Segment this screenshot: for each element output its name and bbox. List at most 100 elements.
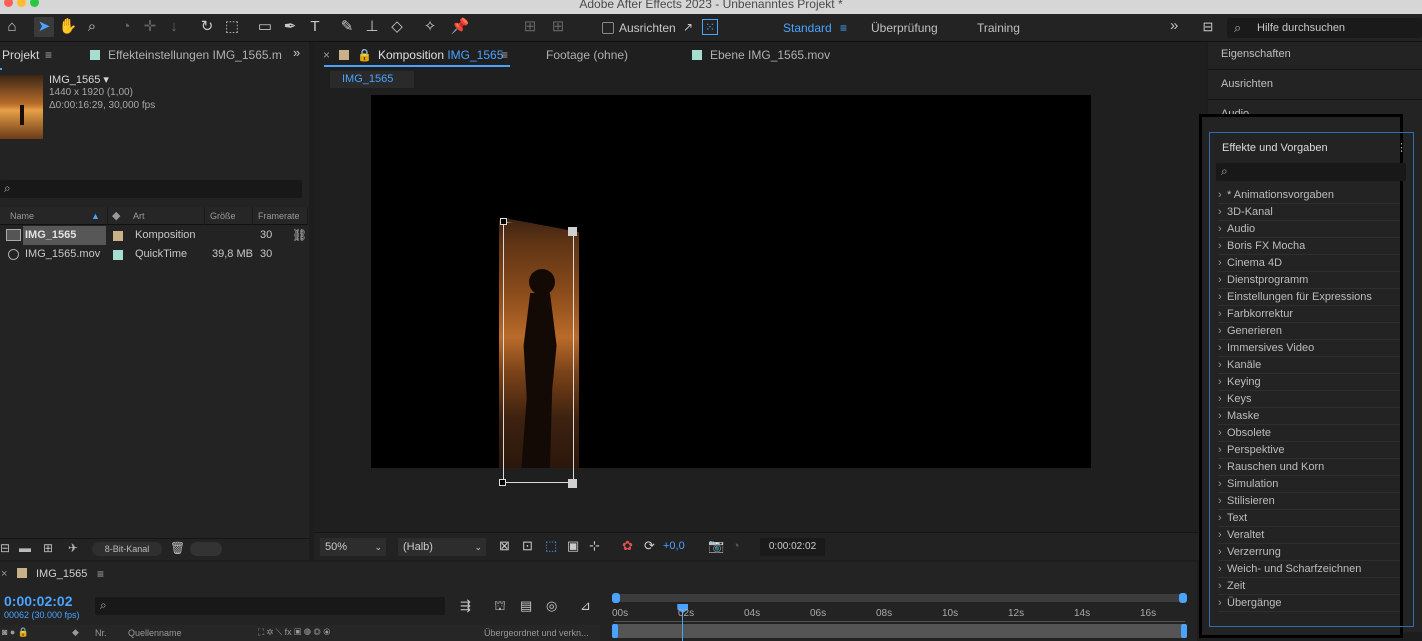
timeline-timecode[interactable]: 0:00:02:02 — [4, 593, 73, 609]
workspace-menu-icon[interactable]: ≡ — [840, 21, 847, 35]
close-tab-icon[interactable]: × — [323, 48, 330, 62]
home-icon[interactable]: ⌂ — [2, 17, 22, 37]
effects-category-item[interactable]: › Veraltet — [1218, 527, 1400, 544]
world-axis-icon[interactable]: ⊞ — [548, 17, 568, 37]
transform-handle[interactable] — [499, 479, 506, 486]
tab-project[interactable]: Projekt — [2, 48, 39, 62]
display-toggle-icon[interactable]: ⊟ — [1198, 17, 1218, 37]
effects-category-item[interactable]: › Verzerrung — [1218, 544, 1400, 561]
roto-brush-tool-icon[interactable]: ✧ — [420, 17, 440, 37]
navigator-start-handle[interactable] — [612, 624, 618, 638]
effects-category-item[interactable]: › Zeit — [1218, 578, 1400, 595]
orbit-camera-icon[interactable]: ◔ — [116, 17, 136, 37]
tab-composition[interactable]: 🔒 Komposition IMG_1565 — [339, 48, 503, 62]
workspace-training[interactable]: Training — [977, 21, 1020, 35]
project-tab-menu-icon[interactable]: ≡ — [45, 48, 52, 62]
exposure-value[interactable]: +0,0 — [663, 540, 685, 552]
transparency-grid-icon[interactable]: ⊡ — [522, 538, 533, 554]
zoom-window-button[interactable] — [30, 0, 39, 7]
show-snapshot-icon[interactable]: ◔ — [732, 538, 740, 553]
properties-panel-tab[interactable]: Eigenschaften — [1221, 48, 1291, 60]
effects-category-item[interactable]: › Stilisieren — [1218, 493, 1400, 510]
label-column-icon[interactable]: ◆ — [112, 209, 120, 222]
effects-category-item[interactable]: › Keying — [1218, 374, 1400, 391]
tab-footage[interactable]: Footage (ohne) — [546, 48, 628, 62]
effects-category-item[interactable]: › Maske — [1218, 408, 1400, 425]
time-ruler[interactable] — [614, 602, 1185, 622]
dolly-camera-icon[interactable]: ↓ — [164, 17, 184, 37]
layer-bounding-box[interactable] — [503, 222, 574, 483]
new-folder-icon[interactable]: ▬ — [19, 541, 31, 555]
brush-tool-icon[interactable]: ✎ — [337, 17, 357, 37]
effects-category-item[interactable]: › Immersives Video — [1218, 340, 1400, 357]
bit-depth-button[interactable]: 8-Bit-Kanal — [92, 542, 162, 556]
effects-category-item[interactable]: › Perspektive — [1218, 442, 1400, 459]
shy-layers-icon[interactable]: ⛫ — [494, 598, 506, 616]
guides-grid-icon[interactable]: ⊹ — [589, 538, 600, 554]
timeline-tab-menu-icon[interactable]: ≡ — [97, 567, 104, 581]
flowchart-icon[interactable]: ⛓ — [292, 226, 307, 245]
composition-canvas[interactable] — [371, 95, 1091, 488]
workspace-standard[interactable]: Standard — [783, 21, 832, 35]
snap-checkbox[interactable] — [602, 22, 614, 34]
puppet-pin-tool-icon[interactable]: 📌 — [450, 17, 470, 37]
label-column-icon[interactable]: ◆ — [72, 627, 79, 638]
more-tabs-icon[interactable]: » — [293, 45, 300, 60]
effects-category-item[interactable]: › Farbkorrektur — [1218, 306, 1400, 323]
close-window-button[interactable] — [4, 0, 13, 7]
more-workspaces-icon[interactable]: » — [1170, 17, 1178, 34]
project-row[interactable]: IMG_1565 Komposition 30 ⛓ — [0, 226, 308, 245]
tab-effect-controls[interactable]: Effekteinstellungen IMG_1565.m — [90, 48, 282, 62]
column-size[interactable]: Größe — [205, 207, 253, 225]
label-color-swatch[interactable] — [113, 231, 123, 241]
frame-blending-icon[interactable]: ▤ — [520, 598, 532, 614]
rotate-tool-icon[interactable]: ↻ — [197, 17, 217, 37]
hand-tool-icon[interactable]: ✋ — [58, 17, 78, 37]
motion-blur-icon[interactable]: ◎ — [546, 598, 557, 614]
effects-category-item[interactable]: › * Animationsvorgaben — [1218, 187, 1400, 204]
region-of-interest-icon[interactable]: ▣ — [567, 538, 579, 554]
mask-visibility-icon[interactable]: ⬚ — [545, 538, 557, 554]
composition-flowchart-icon[interactable]: ⇶ — [460, 598, 471, 614]
column-framerate[interactable]: Framerate — [253, 207, 308, 225]
viewer-tab-menu-icon[interactable]: ≡ — [501, 48, 508, 62]
project-search-input[interactable]: ⌕ — [0, 180, 302, 198]
trash-icon[interactable]: 🗑 — [170, 541, 185, 555]
pen-tool-icon[interactable]: ✒ — [280, 17, 300, 37]
column-source-name[interactable]: Quellenname — [128, 628, 182, 638]
rectangle-tool-icon[interactable]: ▭ — [255, 17, 275, 37]
pan-behind-tool-icon[interactable]: ⬚ — [222, 17, 242, 37]
effects-search-input[interactable]: ⌕ — [1216, 163, 1406, 181]
view-axis-icon[interactable]: ⊞ — [520, 17, 540, 37]
effects-category-item[interactable]: › Text — [1218, 510, 1400, 527]
viewer-timecode[interactable]: 0:00:02:02 — [760, 538, 825, 556]
project-row[interactable]: IMG_1565.mov QuickTime 39,8 MB 30 — [0, 245, 308, 264]
breadcrumb[interactable]: IMG_1565 — [330, 71, 414, 88]
effects-category-item[interactable]: › Generieren — [1218, 323, 1400, 340]
magnification-select[interactable]: 50% ⌄ — [320, 538, 386, 556]
align-panel-tab[interactable]: Ausrichten — [1221, 78, 1273, 90]
effects-category-item[interactable]: › Kanäle — [1218, 357, 1400, 374]
work-area-bar[interactable] — [612, 593, 1187, 603]
column-parent[interactable]: Übergeordnet und verkn... — [484, 628, 589, 638]
pan-camera-icon[interactable]: ✛ — [140, 17, 160, 37]
help-search-input[interactable]: Hilfe durchsuchen — [1257, 22, 1345, 34]
label-color-swatch[interactable] — [113, 250, 123, 260]
timeline-navigator[interactable] — [612, 624, 1187, 638]
effects-category-item[interactable]: › Rauschen und Korn — [1218, 459, 1400, 476]
eraser-tool-icon[interactable]: ◇ — [387, 17, 407, 37]
snap-options-icon[interactable]: ↗ — [678, 17, 698, 37]
type-tool-icon[interactable]: T — [305, 17, 325, 37]
effects-category-item[interactable]: › Weich- und Scharfzeichnen — [1218, 561, 1400, 578]
timeline-tab-comp[interactable]: IMG_1565 — [36, 568, 87, 580]
timeline-search-input[interactable]: ⌕ — [95, 597, 445, 615]
effects-category-item[interactable]: › Audio — [1218, 221, 1400, 238]
column-type[interactable]: Art — [128, 207, 205, 225]
transform-handle[interactable] — [568, 479, 577, 488]
color-channels-icon[interactable]: ✿ — [622, 538, 633, 554]
clone-stamp-tool-icon[interactable]: ⊥ — [362, 17, 382, 37]
snap-features-icon[interactable]: ⁙ — [702, 19, 718, 35]
new-composition-icon[interactable]: ⊞ — [43, 541, 53, 555]
help-search-box[interactable]: ⌕ Hilfe durchsuchen — [1227, 18, 1422, 38]
transform-handle[interactable] — [500, 218, 507, 225]
